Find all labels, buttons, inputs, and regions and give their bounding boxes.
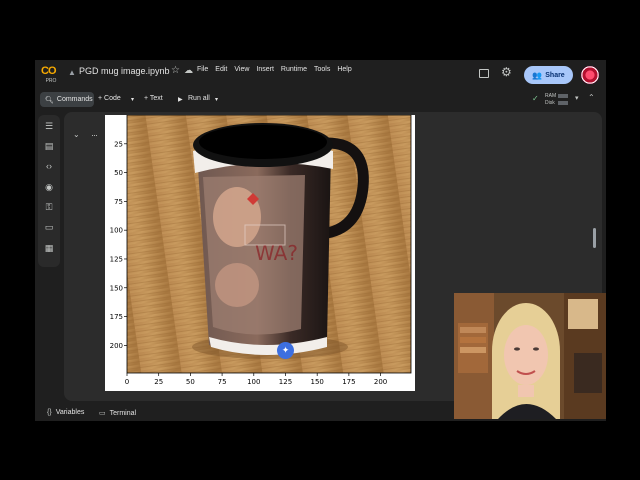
y-axis: 25 50 75 100 125 150 175 200 [110, 140, 127, 350]
add-text-button[interactable]: + Text [144, 95, 163, 102]
y-tick-label: 150 [110, 284, 123, 292]
terminal-button[interactable]: ▭ Terminal [99, 409, 137, 418]
search-icon: 🔍︎ [45, 96, 54, 104]
share-label: Share [545, 71, 565, 79]
code-icon[interactable]: ‹› [43, 160, 55, 172]
menu-tools[interactable]: Tools [314, 66, 330, 73]
toolbar: 🔍︎ Commands + Code ▾ + Text ▶ Run all ▾ … [35, 91, 606, 109]
folder-icon[interactable]: ▭ [43, 221, 55, 233]
eye-icon[interactable]: ◉ [43, 181, 55, 193]
menu-insert[interactable]: Insert [256, 66, 274, 73]
y-tick-label: 175 [110, 313, 123, 321]
y-tick-label: 25 [114, 140, 123, 148]
drive-icon: ▲ [68, 68, 76, 77]
table-icon[interactable]: ▦ [43, 242, 55, 254]
list-icon[interactable]: ☰ [43, 120, 55, 132]
ram-label: RAM [545, 93, 557, 99]
logo-text: CO [41, 65, 57, 77]
run-dropdown-icon[interactable]: ▾ [215, 96, 218, 103]
y-tick-label: 125 [110, 255, 123, 263]
chevron-up-icon[interactable]: ⌃ [588, 93, 595, 102]
terminal-label: Terminal [109, 409, 137, 417]
star-icon[interactable]: ☆ [171, 65, 180, 76]
disk-label: Disk [545, 100, 555, 106]
x-tick-label: 50 [186, 378, 195, 386]
x-tick-label: 75 [218, 378, 227, 386]
y-tick-label: 75 [114, 198, 123, 206]
connected-check-icon: ✓ [532, 94, 539, 103]
x-tick-label: 150 [310, 378, 323, 386]
output-plot: WA? 0 25 50 75 100 125 150 175 200 25 50 75 100 125 1… [105, 115, 415, 391]
chevron-down-icon[interactable]: ⌄ [73, 130, 80, 139]
search-doc-icon[interactable]: ▤ [43, 140, 55, 152]
menu-runtime[interactable]: Runtime [281, 66, 307, 73]
code-dropdown-icon[interactable]: ▾ [131, 96, 134, 103]
terminal-icon: ▭ [99, 410, 106, 417]
disk-bar[interactable] [558, 101, 568, 105]
left-rail: ☰ ▤ ‹› ◉ ⚿ ▭ ▦ [38, 115, 60, 267]
scrollbar[interactable] [593, 228, 596, 248]
run-all-button[interactable]: Run all [188, 95, 210, 102]
x-tick-label: 100 [247, 378, 260, 386]
people-icon: 👥 [532, 70, 543, 80]
plot-svg: WA? 0 25 50 75 100 125 150 175 200 25 50 75 100 125 1… [110, 115, 412, 386]
more-icon[interactable]: ··· [91, 130, 98, 140]
y-tick-label: 50 [114, 169, 123, 177]
mug-image: WA? [127, 115, 411, 373]
x-axis: 0 25 50 75 100 125 150 175 200 [125, 373, 387, 386]
webcam-overlay [454, 293, 606, 419]
logo-tier: PRO [45, 78, 57, 84]
ram-bar[interactable] [558, 94, 568, 98]
menu-edit[interactable]: Edit [215, 66, 227, 73]
y-tick-label: 100 [110, 227, 123, 235]
variables-button[interactable]: {} Variables [47, 409, 84, 416]
comment-icon[interactable] [479, 69, 489, 78]
x-tick-label: 25 [154, 378, 163, 386]
add-code-button[interactable]: + Code [98, 95, 121, 102]
variables-label: Variables [55, 409, 85, 416]
commands-button[interactable]: 🔍︎ Commands [40, 92, 94, 107]
commands-label: Commands [56, 96, 93, 103]
webcam-feed [454, 293, 606, 419]
menu-help[interactable]: Help [337, 66, 351, 73]
gemini-button[interactable]: ✦ [277, 342, 294, 359]
x-tick-label: 175 [342, 378, 355, 386]
menu-view[interactable]: View [234, 66, 249, 73]
y-tick-label: 200 [110, 342, 123, 350]
x-tick-label: 0 [125, 378, 129, 386]
sparkle-icon: ✦ [281, 345, 290, 355]
cloud-icon[interactable]: ☁ [184, 65, 193, 76]
resources-dropdown-icon[interactable]: ▾ [575, 94, 579, 102]
x-tick-label: 125 [279, 378, 292, 386]
colab-logo[interactable]: CO PRO [41, 66, 61, 86]
share-button[interactable]: 👥 Share [524, 66, 573, 84]
header: CO PRO ▲ PGD mug image.ipynb ☆ ☁ File Ed… [35, 60, 606, 90]
notebook-title[interactable]: PGD mug image.ipynb [79, 66, 170, 76]
braces-icon: {} [47, 409, 52, 416]
avatar[interactable] [581, 66, 599, 84]
run-icon: ▶ [178, 97, 183, 103]
menu-bar: File Edit View Insert Runtime Tools Help [197, 66, 359, 73]
key-icon[interactable]: ⚿ [43, 201, 55, 213]
menu-file[interactable]: File [197, 66, 208, 73]
gear-icon[interactable]: ⚙ [501, 66, 512, 78]
x-tick-label: 200 [374, 378, 387, 386]
